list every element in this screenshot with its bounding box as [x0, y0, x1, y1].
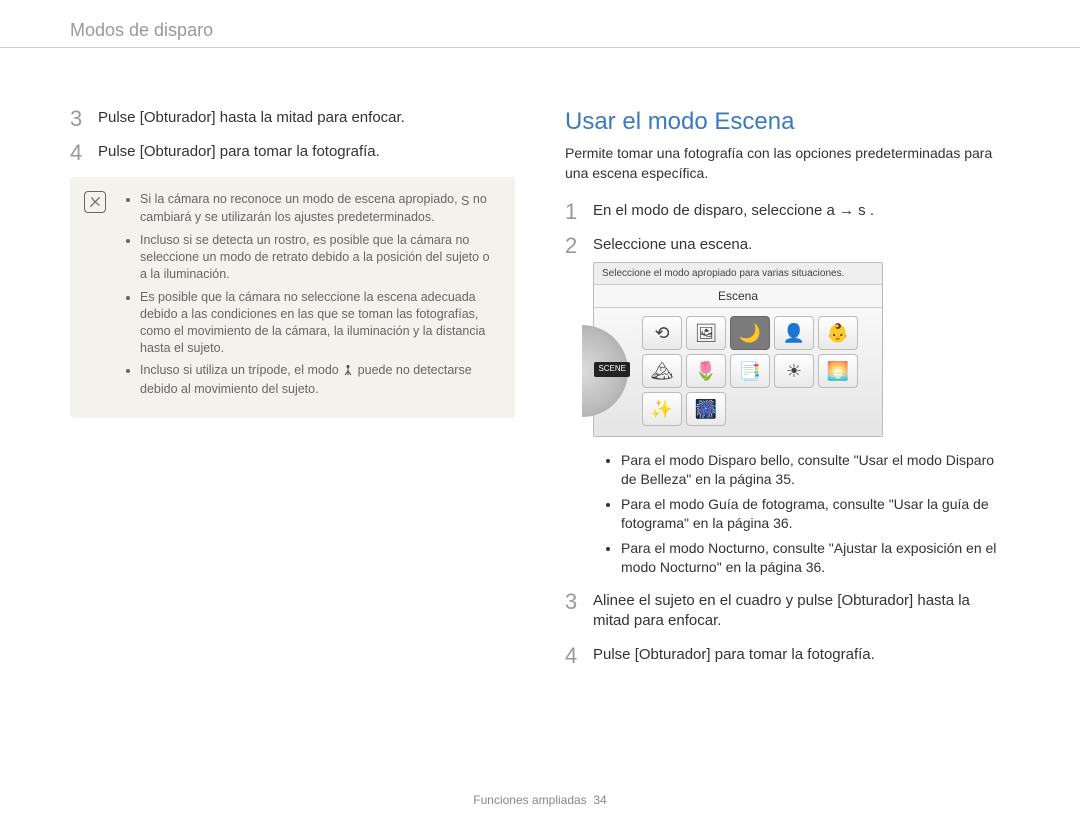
page-footer: Funciones ampliadas 34: [0, 793, 1080, 807]
scene-hint: Seleccione el modo apropiado para varias…: [594, 263, 882, 285]
scene-badge: SCENE: [594, 362, 630, 377]
scene-title: Escena: [594, 284, 882, 308]
scene-tile-firework-icon: 🎆: [686, 392, 726, 426]
scene-tile-dawn-icon: 🌅: [818, 354, 858, 388]
scene-tile-night-icon: 🌙: [730, 316, 770, 350]
scene-tile-landscape-icon: 🏔: [642, 354, 682, 388]
page-body: Pulse [Obturador] hasta la mitad para en…: [0, 48, 1080, 719]
scene-tile-sunset-icon: ☀: [774, 354, 814, 388]
scene-tile-portrait-icon: 👤: [774, 316, 814, 350]
right-column: Usar el modo Escena Permite tomar una fo…: [565, 108, 1010, 679]
section-intro: Permite tomar una fotografía con las opc…: [565, 144, 1010, 183]
sub-bullet-1: Para el modo Disparo bello, consulte "Us…: [621, 451, 1010, 489]
step-2: Seleccione una escena. Seleccione el mod…: [565, 235, 1010, 576]
left-steps: Pulse [Obturador] hasta la mitad para en…: [70, 108, 515, 163]
step-4: Pulse [Obturador] para tomar la fotograf…: [70, 142, 515, 162]
breadcrumb: Modos de disparo: [0, 20, 1080, 48]
scene-tile-closeup-icon: 🌷: [686, 354, 726, 388]
note-item-1: Si la cámara no reconoce un modo de esce…: [140, 191, 499, 227]
tripod-person-icon: [342, 364, 354, 381]
scene-tile-children-icon: 👶: [818, 316, 858, 350]
scene-tile-text-icon: 📑: [730, 354, 770, 388]
scene-tile-frame-icon: 🖼: [686, 316, 726, 350]
step-1: En el modo de disparo, seleccione a → s …: [565, 201, 1010, 221]
section-title: Usar el modo Escena: [565, 108, 1010, 136]
scene-tile-backlight-icon: ✨: [642, 392, 682, 426]
arrow-right-icon: →: [839, 202, 854, 219]
note-item-4: Incluso si utiliza un trípode, el modo p…: [140, 362, 499, 398]
right-steps: En el modo de disparo, seleccione a → s …: [565, 201, 1010, 665]
sub-bullet-2: Para el modo Guía de fotograma, consulte…: [621, 495, 1010, 533]
footer-section: Funciones ampliadas: [473, 793, 586, 807]
note-list: Si la cámara no reconoce un modo de esce…: [124, 191, 499, 399]
step-3: Pulse [Obturador] hasta la mitad para en…: [70, 108, 515, 128]
step-3: Alinee el sujeto en el cuadro y pulse [O…: [565, 591, 1010, 632]
scene-grid: ⟲ 🖼 🌙 👤 👶 🏔 🌷 📑 ☀ 🌅 ✨ 🎆: [642, 316, 858, 426]
scene-tile-mode-icon: ⟲: [642, 316, 682, 350]
note-icon: [84, 191, 106, 213]
scene-dial: SCENE: [600, 316, 636, 426]
scene-body: SCENE ⟲ 🖼 🌙 👤 👶 🏔 🌷 📑 ☀: [594, 308, 882, 436]
sub-bullet-3: Para el modo Nocturno, consulte "Ajustar…: [621, 539, 1010, 577]
sub-bullets: Para el modo Disparo bello, consulte "Us…: [593, 451, 1010, 576]
note-box: Si la cámara no reconoce un modo de esce…: [70, 177, 515, 419]
step-4: Pulse [Obturador] para tomar la fotograf…: [565, 645, 1010, 665]
scene-screen: Seleccione el modo apropiado para varias…: [593, 262, 883, 438]
mode-dial-icon: SCENE: [582, 325, 628, 417]
note-item-2: Incluso si se detecta un rostro, es posi…: [140, 232, 499, 283]
note-item-3: Es posible que la cámara no seleccione l…: [140, 289, 499, 357]
left-column: Pulse [Obturador] hasta la mitad para en…: [70, 108, 515, 679]
footer-page-number: 34: [593, 793, 606, 807]
